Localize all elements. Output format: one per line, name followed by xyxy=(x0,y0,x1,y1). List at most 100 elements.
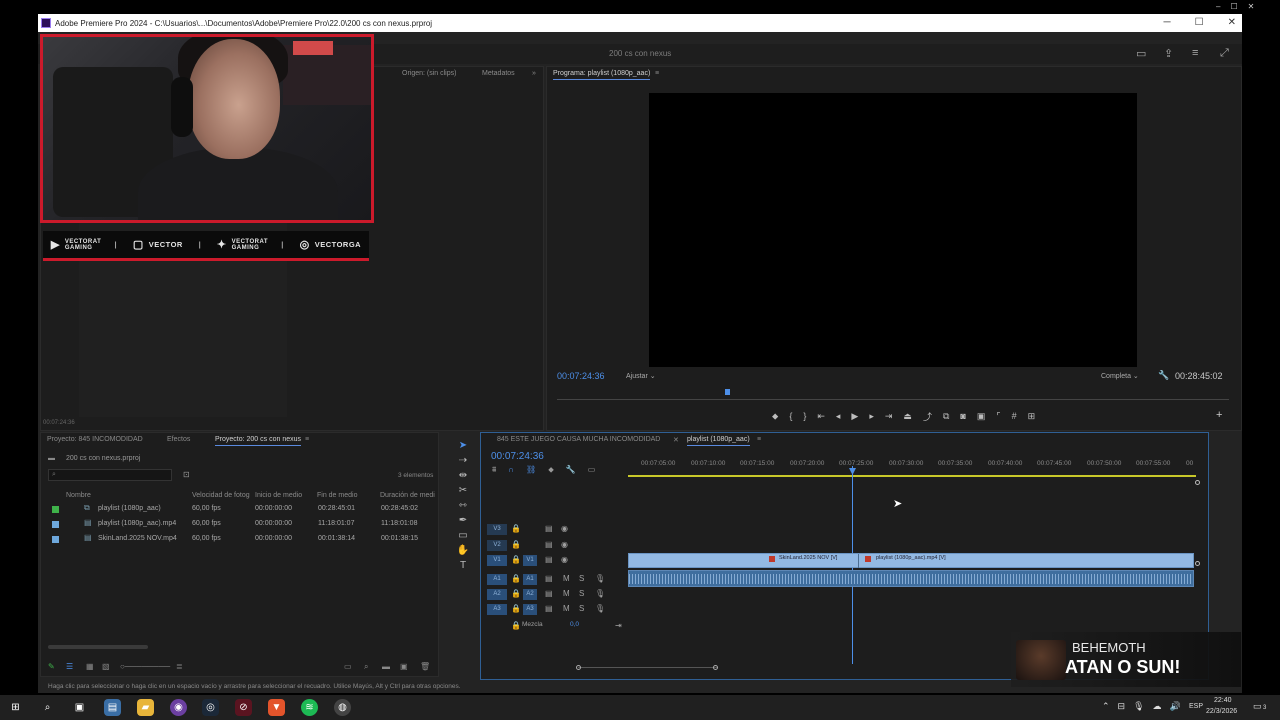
panel-expand-icon[interactable]: » xyxy=(532,70,536,77)
mix-value[interactable]: 0,0 xyxy=(570,621,579,628)
table-row[interactable]: ⧉ playlist (1080p_aac) 60,00 fps 00:00:0… xyxy=(48,502,436,517)
outer-window-controls[interactable]: –☐✕ xyxy=(1216,2,1264,11)
settings-wrench-icon[interactable]: 🔧 xyxy=(566,465,576,475)
project-scrollbar[interactable] xyxy=(48,645,148,649)
browser-icon[interactable]: ◉ xyxy=(170,699,187,716)
eye-icon[interactable]: ◉ xyxy=(561,524,568,533)
lift-icon[interactable]: ⏏ xyxy=(903,411,912,422)
close-button[interactable]: ✕ xyxy=(1228,14,1236,32)
track-header-v2[interactable]: V2 🔒 ▤ ◉ xyxy=(487,538,627,553)
app-explorer-icon[interactable]: ▤ xyxy=(104,699,121,716)
tray-icons[interactable]: ⌃⊟🎙☁🔊 xyxy=(1102,701,1189,712)
step-forward-icon[interactable]: ▸ xyxy=(869,411,874,422)
search-icon[interactable]: ⌕ xyxy=(39,699,56,716)
go-to-in-icon[interactable]: ⇤ xyxy=(817,411,825,422)
ripple-edit-icon[interactable]: ⇹ xyxy=(459,470,467,481)
track-label[interactable]: V2 xyxy=(487,540,507,551)
track-header-a2[interactable]: A2 🔒 A2 ▤ M S 🎙 xyxy=(487,587,627,602)
col-duration[interactable]: Duración de medi xyxy=(380,492,435,499)
recording-app-icon[interactable]: ⊘ xyxy=(235,699,252,716)
automate-icon[interactable]: ▭ xyxy=(344,662,352,671)
source-target[interactable]: A2 xyxy=(523,589,537,600)
program-playhead[interactable] xyxy=(725,389,730,395)
camera-icon[interactable]: ◙ xyxy=(960,411,965,421)
wrench-icon[interactable]: 🔧 xyxy=(1158,370,1169,381)
nest-icon[interactable]: ⩩ xyxy=(492,465,496,475)
source-target[interactable]: A1 xyxy=(523,574,537,585)
tab-project-200[interactable]: Proyecto: 200 cs con nexus xyxy=(215,436,301,446)
trash-icon[interactable]: 🗑 xyxy=(420,662,430,671)
timeline-timecode[interactable]: 00:07:24:36 xyxy=(491,451,544,462)
program-current-timecode[interactable]: 00:07:24:36 xyxy=(557,371,605,381)
new-bin-icon[interactable]: ⊡ xyxy=(183,470,190,479)
resolution-dropdown[interactable]: Completa ⌄ xyxy=(1101,372,1139,380)
steam-icon[interactable]: ◎ xyxy=(202,699,219,716)
source-target[interactable]: V1 xyxy=(523,555,537,566)
sync-icon[interactable]: ▤ xyxy=(545,589,553,598)
find-icon[interactable]: ⌕ xyxy=(364,662,368,672)
table-row[interactable]: ▤ SkinLand.2025 NOV.mp4 60,00 fps 00:00:… xyxy=(48,532,436,547)
freeform-view-icon[interactable]: ▧ xyxy=(102,662,110,671)
sync-icon[interactable]: ▤ xyxy=(545,524,553,533)
track-label[interactable]: A2 xyxy=(487,589,507,600)
minimize-button[interactable]: ─ xyxy=(1164,14,1171,32)
sync-icon[interactable]: ▤ xyxy=(545,555,553,564)
lock-icon[interactable]: 🔒 xyxy=(511,574,521,583)
share-icon[interactable]: ⇪ xyxy=(1164,47,1173,60)
zoom-left-handle[interactable] xyxy=(576,665,581,670)
list-view-icon[interactable]: ☰ xyxy=(66,662,73,671)
tab-sequence-845[interactable]: 845 ESTE JUEGO CAUSA MUCHA INCOMODIDAD xyxy=(497,436,660,443)
table-row[interactable]: ▤ playlist (1080p_aac).mp4 60,00 fps 00:… xyxy=(48,517,436,532)
selection-tool-icon[interactable]: ➤ xyxy=(459,440,467,451)
mic-icon[interactable]: 🎙 xyxy=(595,604,605,613)
add-marker-icon[interactable]: ⬥ xyxy=(548,465,554,475)
maximize-button[interactable]: ☐ xyxy=(1195,14,1204,32)
track-scroll-handle[interactable] xyxy=(1195,480,1200,485)
add-button-icon[interactable]: + xyxy=(1216,409,1222,421)
col-start[interactable]: Inicio de medio xyxy=(255,492,302,499)
timeline-zoom-scrollbar[interactable] xyxy=(578,667,718,668)
source-target[interactable]: A3 xyxy=(523,604,537,615)
col-name[interactable]: Nombre xyxy=(66,492,91,499)
tab-project-845[interactable]: Proyecto: 845 INCOMODIDAD xyxy=(47,436,143,443)
type-tool-icon[interactable]: T xyxy=(460,560,466,571)
fit-dropdown[interactable]: Ajustar ⌄ xyxy=(626,372,656,380)
zoom-right-handle[interactable] xyxy=(713,665,718,670)
notification-icon[interactable]: ▭ xyxy=(1253,701,1262,712)
tab-sequence-playlist[interactable]: playlist (1080p_aac) xyxy=(687,436,750,446)
marker-icon[interactable]: ⬥ xyxy=(772,411,778,422)
task-view-icon[interactable]: ▣ xyxy=(71,699,88,716)
col-end[interactable]: Fin de medio xyxy=(317,492,357,499)
obs-icon[interactable]: ◍ xyxy=(334,699,351,716)
track-header-v3[interactable]: V3 🔒 ▤ ◉ xyxy=(487,522,627,537)
sync-icon[interactable]: ▤ xyxy=(545,574,553,583)
safe-margin-icon[interactable]: ⌜ xyxy=(996,411,1000,422)
mute-button[interactable]: M xyxy=(563,604,570,613)
grid-icon[interactable]: # xyxy=(1012,411,1017,421)
sync-icon[interactable]: ▤ xyxy=(545,540,553,549)
step-back-icon[interactable]: ◂ xyxy=(836,411,841,422)
mark-in-icon[interactable]: { xyxy=(789,411,792,421)
slip-icon[interactable]: ⇿ xyxy=(459,500,467,511)
project-menu-icon[interactable]: ≡ xyxy=(305,436,309,443)
mic-icon[interactable]: 🎙 xyxy=(595,574,605,583)
video-clip-v1[interactable]: SkinLand.2025 NOV [V] playlist (1080p_aa… xyxy=(628,553,1194,568)
close-tab-icon[interactable]: ✕ xyxy=(673,436,679,444)
linked-selection-icon[interactable]: ⛓ xyxy=(526,465,536,475)
new-bin-footer-icon[interactable]: ▬ xyxy=(382,662,390,671)
track-header-v1[interactable]: V1 🔒 V1 ▤ ◉ xyxy=(487,553,627,568)
rectangle-tool-icon[interactable]: ▭ xyxy=(458,530,467,541)
track-label[interactable]: V1 xyxy=(487,555,507,566)
menu-icon[interactable]: ≡ xyxy=(1192,47,1198,59)
lock-icon[interactable]: 🔒 xyxy=(511,524,521,533)
zoom-slider[interactable]: ○──────── xyxy=(120,662,170,671)
lock-icon[interactable]: 🔒 xyxy=(511,604,521,613)
audio-clip-a1[interactable] xyxy=(628,570,1194,587)
go-to-end-icon[interactable]: ⇥ xyxy=(615,621,622,630)
captions-icon[interactable]: ▭ xyxy=(588,465,596,475)
vr-icon[interactable]: ⊞ xyxy=(1028,411,1036,422)
time-ruler[interactable]: 00:07:05:00 00:07:10:00 00:07:15:00 00:0… xyxy=(628,456,1198,476)
track-header-a1[interactable]: A1 🔒 A1 ▤ M S 🎙 xyxy=(487,572,627,587)
solo-button[interactable]: S xyxy=(579,589,584,598)
fullscreen-icon[interactable]: ⤢ xyxy=(1220,47,1229,60)
